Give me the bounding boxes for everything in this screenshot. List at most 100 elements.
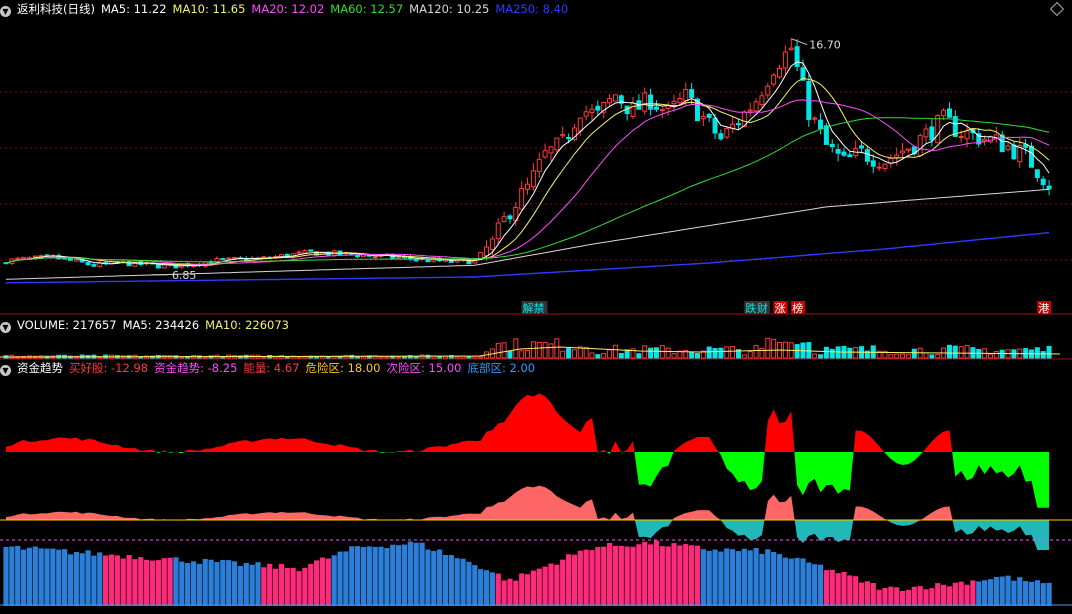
volume-bar	[642, 345, 648, 359]
candle	[607, 98, 613, 104]
energy-bar	[765, 549, 771, 606]
candle	[1029, 145, 1034, 168]
candle	[917, 135, 923, 156]
energy-bar	[1017, 577, 1023, 606]
candle	[935, 115, 941, 144]
candle	[876, 166, 882, 169]
candle	[525, 183, 531, 190]
candle	[700, 115, 706, 120]
volume-bar	[1040, 351, 1046, 359]
volume-bar	[671, 353, 677, 359]
volume-bar	[355, 356, 361, 359]
energy-bar	[800, 558, 806, 606]
energy-bar	[794, 557, 800, 606]
candle	[900, 150, 906, 154]
energy-bar	[941, 584, 947, 606]
energy-bar	[771, 552, 777, 606]
energy-bar	[355, 546, 361, 606]
energy-bar	[437, 549, 443, 606]
price_legend-item-4: MA120: 10.25	[409, 2, 490, 16]
candle	[91, 264, 97, 267]
volume-bar	[958, 346, 964, 359]
volume-bar	[179, 356, 185, 359]
candle	[232, 257, 238, 260]
chart-stage: 16.70 6.85 解禁 跌财涨榜 港 ▼ 返利科技(日线) MA5: 11.22 MA10…	[0, 0, 1072, 614]
candle	[941, 109, 947, 117]
volume-bar	[413, 356, 419, 359]
volume-bar	[894, 353, 900, 359]
volume-bar	[612, 344, 618, 359]
energy-bar	[935, 583, 941, 606]
candle	[589, 108, 595, 113]
candle	[818, 119, 824, 130]
volume-bar	[665, 347, 671, 359]
candle	[577, 117, 583, 132]
energy-bar	[495, 573, 501, 606]
energy-bar	[173, 557, 179, 606]
energy-bar	[1028, 581, 1035, 606]
energy-bar	[185, 563, 191, 606]
energy-bar	[179, 561, 185, 606]
indicator_legend-item-2: 资金趋势: -8.25	[154, 361, 238, 375]
energy-bar	[987, 579, 994, 606]
chevron-down-icon[interactable]: ▼	[0, 322, 11, 333]
energy-bar	[606, 542, 613, 606]
energy-bar	[442, 554, 449, 606]
min-price-label: 6.85	[172, 269, 197, 282]
energy-bar	[32, 546, 38, 606]
energy-bar	[331, 555, 337, 606]
energy-bar	[460, 558, 466, 606]
volume-bar	[513, 338, 519, 359]
energy-bar	[91, 555, 97, 606]
candle	[302, 250, 308, 254]
candle	[396, 256, 402, 259]
energy-bar	[583, 549, 589, 606]
candle	[15, 257, 21, 260]
energy-bar	[741, 548, 747, 606]
energy-bar	[378, 546, 384, 606]
energy-bar	[870, 582, 876, 606]
max-pointer	[791, 38, 808, 46]
energy-bar	[536, 568, 542, 606]
price_legend-item-0: MA5: 11.22	[100, 2, 167, 16]
volume-bar	[818, 354, 824, 359]
candle	[946, 108, 952, 118]
energy-bar	[120, 558, 126, 606]
volume-bar	[519, 350, 525, 359]
energy-bar	[847, 575, 853, 606]
candle	[671, 100, 677, 105]
candle	[44, 254, 50, 257]
candle	[659, 109, 665, 112]
candle	[982, 138, 988, 142]
energy-bar	[958, 581, 964, 606]
energy-bar	[923, 589, 929, 606]
volume-bar	[987, 353, 993, 359]
energy-bar	[812, 564, 818, 606]
price-legend-items: MA5: 11.22 MA10: 11.65 MA20: 12.02 MA60: 12…	[101, 2, 574, 16]
volume-bar	[911, 348, 917, 359]
energy-bar	[9, 546, 15, 606]
energy-bar	[472, 565, 478, 606]
energy-bar	[917, 586, 923, 606]
volume-bar	[946, 344, 952, 359]
energy-bar	[372, 546, 378, 606]
energy-bar	[237, 565, 243, 606]
energy-bar	[226, 560, 232, 606]
energy-bar	[1023, 581, 1029, 606]
price_legend-item-5: MA250: 8.40	[495, 2, 569, 16]
energy-bar	[483, 570, 490, 606]
candle	[788, 47, 794, 51]
chevron-down-icon[interactable]: ▼	[0, 6, 11, 17]
volume-bar	[478, 356, 484, 359]
candle	[777, 67, 783, 78]
energy-bar	[624, 546, 630, 606]
energy-bar	[829, 569, 835, 606]
energy-bar	[243, 562, 249, 606]
energy-bar	[712, 549, 718, 606]
energy-bar	[454, 558, 460, 606]
chevron-down-icon[interactable]: ▼	[0, 365, 11, 376]
energy-bar	[284, 567, 290, 606]
candle	[923, 128, 929, 138]
energy-bar	[999, 576, 1005, 606]
candle	[583, 111, 589, 117]
